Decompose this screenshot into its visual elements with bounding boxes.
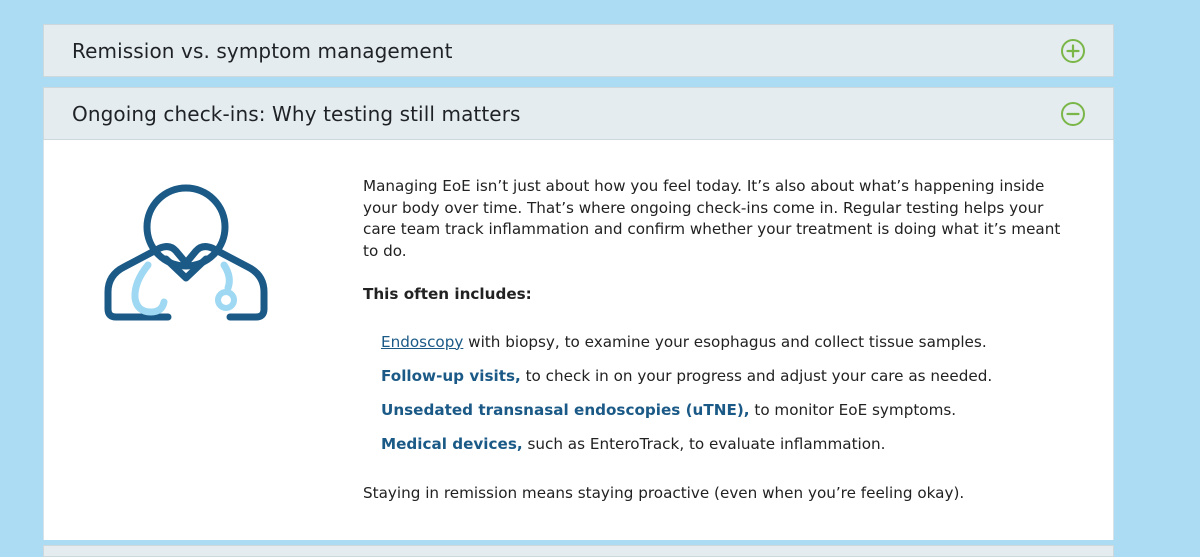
list-item-text: with biopsy, to examine your esophagus a…	[463, 332, 987, 351]
endoscopy-link[interactable]: Endoscopy	[381, 333, 463, 351]
list-item: Medical devices, such as EnteroTrack, to…	[381, 434, 1063, 456]
doctor-with-stethoscope-icon	[104, 184, 268, 321]
list-item: Follow-up visits, to check in on your pr…	[381, 366, 1063, 388]
testing-list: Endoscopy with biopsy, to examine your e…	[381, 332, 1063, 456]
accordion-item-next-partial[interactable]	[43, 545, 1114, 557]
accordion-item-remission: Remission vs. symptom management	[43, 24, 1114, 77]
list-item-term: Follow-up visits,	[381, 366, 521, 385]
list-item-term: Unsedated transnasal endoscopies (uTNE),	[381, 400, 750, 419]
accordion-item-ongoing-check-ins: Ongoing check-ins: Why testing still mat…	[43, 87, 1114, 540]
minus-circle-icon[interactable]	[1060, 101, 1086, 127]
accordion-panel-content: Managing EoE isn’t just about how you fe…	[43, 140, 1114, 540]
plus-circle-icon[interactable]	[1060, 38, 1086, 64]
closing-paragraph: Staying in remission means staying proac…	[363, 484, 965, 502]
accordion-header-remission[interactable]: Remission vs. symptom management	[43, 24, 1114, 77]
list-item: Endoscopy with biopsy, to examine your e…	[381, 332, 1063, 354]
list-item-text: to check in on your progress and adjust …	[520, 366, 993, 385]
list-item-text: such as EnteroTrack, to evaluate inflamm…	[522, 434, 886, 453]
content-text: Managing EoE isn’t just about how you fe…	[363, 176, 1063, 505]
includes-heading: This often includes:	[363, 285, 532, 303]
accordion-title: Ongoing check-ins: Why testing still mat…	[72, 101, 521, 126]
list-item-term: Medical devices,	[381, 434, 523, 453]
accordion-header-ongoing-check-ins[interactable]: Ongoing check-ins: Why testing still mat…	[43, 87, 1114, 140]
list-item: Unsedated transnasal endoscopies (uTNE),…	[381, 400, 1063, 422]
list-item-text: to monitor EoE symptoms.	[749, 400, 957, 419]
accordion-title: Remission vs. symptom management	[72, 38, 453, 63]
intro-paragraph: Managing EoE isn’t just about how you fe…	[363, 177, 1061, 260]
